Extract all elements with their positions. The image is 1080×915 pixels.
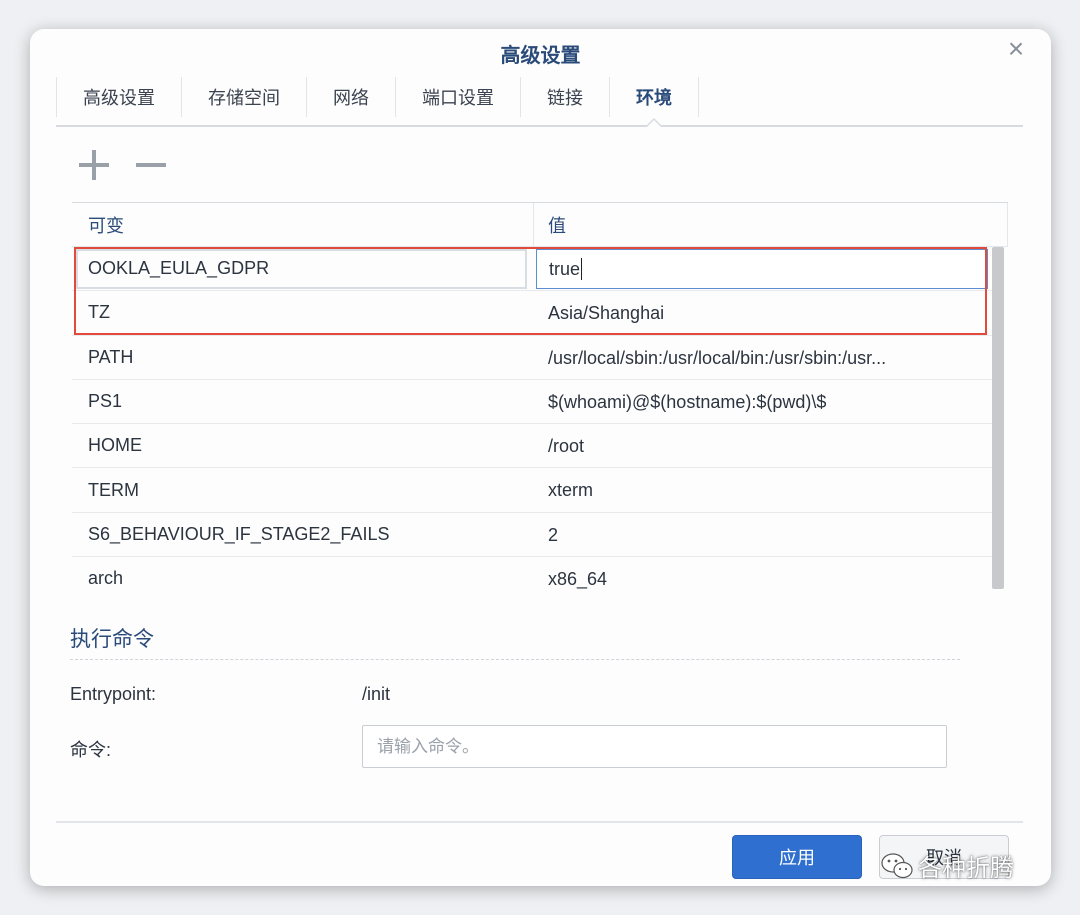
tab-advanced[interactable]: 高级设置 (56, 77, 182, 117)
variable-name-cell: TZ (88, 302, 110, 323)
footer-divider (56, 821, 1023, 823)
env-variables-table: 可变 值 OOKLA_EULA_GDPR true TZ Asia/Shangh… (72, 202, 1008, 593)
table-scrollbar[interactable] (992, 247, 1004, 589)
tab-divider (56, 125, 1023, 127)
command-input[interactable] (362, 725, 947, 768)
variable-value-cell: /usr/local/sbin:/usr/local/bin:/usr/sbin… (548, 347, 887, 368)
tab-bar: 高级设置 存储空间 网络 端口设置 链接 环境 (56, 77, 699, 127)
variable-value-cell: $(whoami)@$(hostname):$(pwd)\$ (548, 391, 827, 412)
tab-environment[interactable]: 环境 (610, 77, 699, 127)
advanced-settings-dialog: 高级设置 × 高级设置 存储空间 网络 端口设置 链接 环境 可变 值 OOKL… (30, 29, 1051, 886)
close-icon[interactable]: × (1003, 35, 1029, 63)
plus-icon[interactable] (76, 147, 112, 183)
table-row[interactable]: TERM xterm (72, 468, 992, 513)
table-header: 可变 值 (72, 203, 1008, 247)
tab-storage[interactable]: 存储空间 (182, 77, 307, 117)
variable-name-cell: arch (88, 568, 124, 589)
watermark: 各种折腾 (880, 848, 1014, 883)
command-label: 命令: (70, 740, 112, 760)
variable-name-cell[interactable]: OOKLA_EULA_GDPR (76, 248, 527, 289)
variable-value-cell: x86_64 (548, 569, 608, 590)
table-row[interactable]: OOKLA_EULA_GDPR true (72, 247, 992, 292)
tab-links[interactable]: 链接 (521, 77, 610, 117)
variable-name-cell: TERM (88, 479, 139, 500)
variable-value-cell: /root (548, 436, 585, 457)
header-variable[interactable]: 可变 (72, 203, 534, 246)
dialog-title: 高级设置 (500, 45, 581, 67)
header-value[interactable]: 值 (534, 203, 1008, 246)
table-row[interactable]: S6_BEHAVIOUR_IF_STAGE2_FAILS 2 (72, 513, 992, 558)
variable-value-cell: xterm (548, 480, 593, 501)
variable-value-cell: 2 (548, 524, 559, 545)
table-row[interactable]: arch x86_64 (72, 557, 992, 593)
watermark-text: 各种折腾 (918, 855, 1014, 882)
variable-name-cell: S6_BEHAVIOUR_IF_STAGE2_FAILS (88, 523, 390, 544)
apply-button[interactable]: 应用 (732, 835, 862, 879)
variable-value-input[interactable]: true (536, 249, 988, 289)
table-row[interactable]: TZ Asia/Shanghai (72, 291, 992, 336)
table-row[interactable]: PS1 $(whoami)@$(hostname):$(pwd)\$ (72, 380, 992, 425)
variable-name-cell: PATH (88, 346, 134, 367)
table-row[interactable]: HOME /root (72, 424, 992, 469)
variable-name-cell: HOME (88, 435, 142, 456)
text-caret (581, 258, 583, 280)
exec-section-title: 执行命令 (70, 628, 154, 651)
section-divider (70, 659, 960, 660)
tab-port-settings[interactable]: 端口设置 (396, 77, 521, 117)
variable-value-cell: Asia/Shanghai (548, 303, 665, 324)
entrypoint-label: Entrypoint: (70, 684, 157, 704)
tab-network[interactable]: 网络 (307, 77, 396, 117)
wechat-icon (881, 852, 913, 878)
variable-name-cell: PS1 (88, 391, 123, 412)
entrypoint-value: /init (362, 684, 391, 704)
variable-value-text: true (549, 259, 581, 279)
minus-icon[interactable] (133, 147, 169, 183)
table-row[interactable]: PATH /usr/local/sbin:/usr/local/bin:/usr… (72, 336, 992, 380)
